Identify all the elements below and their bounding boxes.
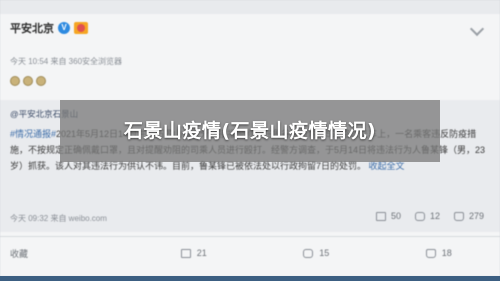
action-bar: 收藏 21 15 18: [0, 238, 500, 268]
like-count: 18: [441, 248, 452, 258]
overlay-title: 石景山疫情(石景山疫情情况): [123, 120, 377, 142]
emoji-icon: [36, 76, 46, 86]
emoji-icon: [10, 76, 20, 86]
like-icon: [425, 248, 436, 258]
repost-button[interactable]: 21: [133, 248, 256, 258]
collect-label: 收藏: [10, 248, 29, 259]
divider: [0, 236, 500, 237]
repost-count: 21: [196, 248, 207, 258]
like-count: 279: [468, 211, 484, 221]
comment-button[interactable]: 15: [255, 248, 378, 258]
post-author[interactable]: 平安北京 V: [10, 20, 88, 36]
like-icon: [453, 211, 464, 221]
expand-link[interactable]: 收起全文: [369, 161, 405, 171]
repost-comment-stat[interactable]: 12: [414, 211, 440, 221]
verified-icon: V: [58, 22, 70, 34]
comment-icon: [303, 248, 314, 258]
repost-meta: 今天 09:32 来自 weibo.com: [10, 214, 107, 223]
title-overlay: 石景山疫情(石景山疫情情况): [60, 100, 440, 162]
comment-icon: [414, 211, 425, 221]
share-icon: [375, 211, 386, 221]
post-meta: 今天 10:54 来自 360安全浏览器: [10, 57, 123, 66]
author-name[interactable]: 平安北京: [10, 20, 54, 36]
like-button[interactable]: 18: [378, 248, 500, 258]
share-icon: [180, 248, 191, 258]
emoji-icon: [23, 76, 33, 86]
badge-icon: [74, 22, 88, 34]
repost-share-stat[interactable]: 50: [375, 211, 401, 221]
bottom-strip: [0, 276, 500, 281]
comment-count: 12: [429, 211, 440, 221]
top-bar: [0, 0, 500, 14]
collect-button[interactable]: 收藏: [0, 247, 133, 260]
hashtag-link[interactable]: #情况通报#: [10, 129, 56, 139]
repost-stats: 50 12 279: [375, 211, 484, 221]
repost-like-stat[interactable]: 279: [453, 211, 484, 221]
share-count: 50: [390, 211, 401, 221]
comment-count: 15: [319, 248, 330, 258]
emoji-row: [10, 76, 46, 86]
